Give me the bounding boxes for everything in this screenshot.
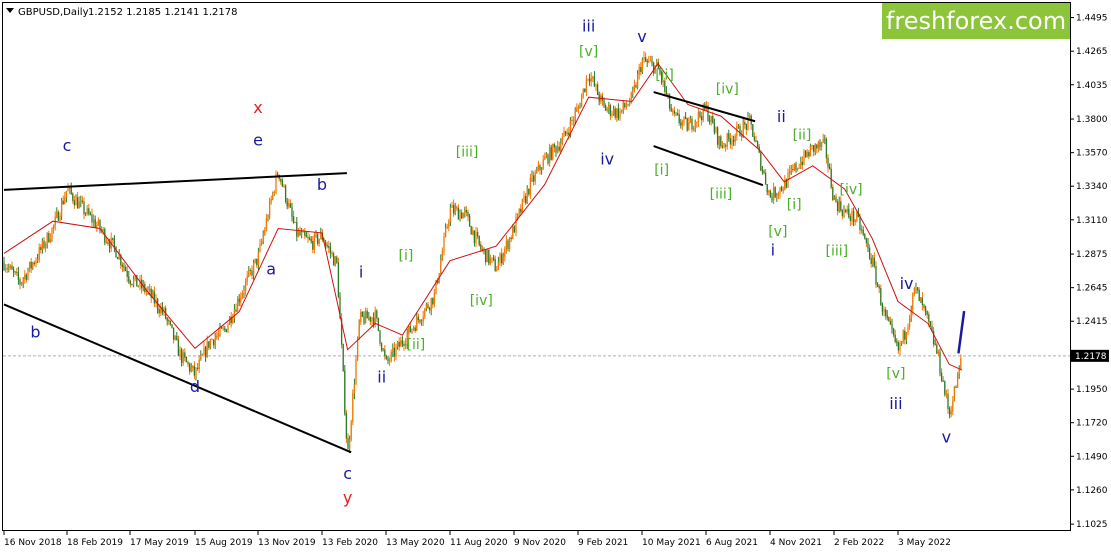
y-tick-label: 1.2415 [1076,317,1108,327]
chart-header: GBPUSD,Daily 1.2152 1.2185 1.2141 1.2178 [6,7,238,18]
x-tick-label: 4 Nov 2021 [770,538,822,548]
trend-line[interactable] [3,303,352,454]
x-tick-label: 18 Feb 2019 [67,538,123,548]
wave-label: [iii] [456,145,479,161]
y-tick-label: 1.1720 [1076,419,1108,429]
wave-label: [iii] [826,244,849,260]
wave-label: ii [777,107,786,126]
chart-window: c b x e b a d c y i ii [i] [ii] [iii] [iv] iii [v] iv v [ii… [0,0,1111,553]
ohlc-values: 1.2152 1.2185 1.2141 1.2178 [88,7,238,18]
wave-label: e [253,130,263,149]
y-tick-label: 1.4035 [1076,81,1108,91]
x-tick-label: 3 May 2022 [898,538,951,548]
wave-label: c [63,136,72,155]
wave-label: v [637,27,646,46]
wave-label: b [317,175,327,194]
x-tick-label: 13 May 2020 [386,538,445,548]
wave-label: ii [377,368,386,387]
wave-label: iii [582,16,595,35]
wave-label: [v] [579,44,598,60]
y-tick-label: 1.2875 [1076,250,1108,260]
y-tick-label: 1.3570 [1076,149,1108,159]
y-tick-label: 1.1025 [1076,520,1108,530]
x-tick-label: 11 Aug 2020 [450,538,508,548]
wave-label: d [190,377,200,396]
x-tick-label: 16 Nov 2018 [4,538,62,548]
wave-label: [ii] [655,67,674,83]
wave-label: iii [889,394,902,413]
wave-label: [iii] [710,187,733,203]
price-chart[interactable]: cbxebadcyiii[i][ii][iii][iv]iii[v]ivv[ii… [0,0,1111,553]
y-tick-label: 1.3110 [1076,216,1108,226]
x-tick-label: 13 Nov 2019 [258,538,316,548]
triangle-down-icon[interactable] [6,8,14,13]
wave-label: [i] [654,163,669,179]
wave-label: [i] [787,197,802,213]
wave-label: [iv] [716,82,739,98]
y-tick-label: 1.3800 [1076,115,1108,125]
wave-label: [v] [768,224,787,240]
wave-label: [ii] [793,127,812,143]
trend-line[interactable] [3,172,347,191]
y-tick-label: 1.4495 [1076,14,1108,24]
logo-text: freshforex.com [886,7,1066,35]
wave-label: [v] [886,366,905,382]
wave-label: [i] [398,248,413,264]
wave-label: b [30,323,40,342]
wave-label: [iv] [840,182,863,198]
wave-label: [iv] [470,293,493,309]
wave-label: iv [900,274,914,293]
moving-average-line [3,62,963,371]
wave-label: iv [600,150,614,169]
wave-label: c [343,464,352,483]
y-tick-label: 1.1950 [1076,385,1108,395]
x-tick-label: 13 Feb 2020 [322,538,378,548]
trend-line[interactable] [653,91,756,123]
wave-label: a [266,260,276,279]
x-tick-label: 6 Aug 2021 [706,538,758,548]
wave-label: v [942,427,951,446]
y-tick-label: 1.2645 [1076,284,1108,294]
price-axis: 1.4495 1.4265 1.4035 1.3800 1.3570 1.3340 1.31… [1070,14,1108,530]
y-tick-label: 1.1490 [1076,452,1108,462]
time-axis: 16 Nov 2018 18 Feb 2019 17 May 2019 15 Aug … [3,530,951,548]
y-tick-label: 1.4265 [1076,47,1108,57]
x-tick-label: 9 Nov 2020 [514,538,566,548]
symbol-label: GBPUSD,Daily [18,7,89,18]
wave-label: i [359,262,363,281]
trend-line[interactable] [653,145,764,187]
x-tick-label: 9 Feb 2021 [578,538,628,548]
price-badge-text: 1.2178 [1075,352,1107,362]
wave-label: [ii] [407,337,426,353]
freshforex-logo: freshforex.com [882,3,1070,39]
x-tick-label: 2 Feb 2022 [834,538,884,548]
y-tick-label: 1.1260 [1076,486,1108,496]
y-tick-label: 1.3340 [1076,182,1108,192]
wave-label: i [771,241,775,260]
x-tick-label: 15 Aug 2019 [195,538,253,548]
wave-label: x [253,98,262,117]
x-tick-label: 17 May 2019 [130,538,189,548]
candlestick-series [3,51,962,454]
plot-frame [2,2,1071,531]
wave-label: y [343,488,352,507]
x-tick-label: 10 May 2021 [642,538,701,548]
trend-line[interactable] [957,310,966,354]
current-price-badge: 1.2178 [1071,349,1109,362]
